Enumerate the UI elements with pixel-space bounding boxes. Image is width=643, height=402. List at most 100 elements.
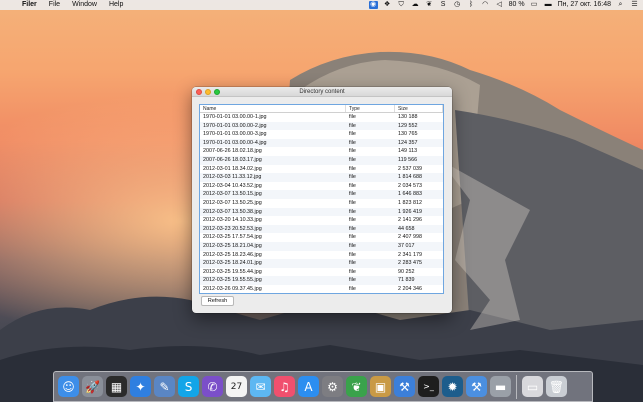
refresh-button[interactable]: Refresh [201, 296, 234, 306]
table-row[interactable]: 2012-03-23 20.52.53.jpg file 44 658 [200, 224, 443, 234]
table-row[interactable]: 2012-03-25 18.21.04.jpg file 37 017 [200, 241, 443, 251]
finder-icon[interactable]: ☺ [58, 376, 79, 397]
cell-name: 2012-03-07 13.50.25.jpg [203, 199, 262, 206]
table-row[interactable]: 2012-03-07 13.50.38.jpg file 1 926 419 [200, 207, 443, 217]
cell-size: 71 839 [398, 277, 415, 284]
xcode-icon[interactable]: ⚒ [394, 376, 415, 397]
table-row[interactable]: 2007-06-26 18.02.18.jpg file 149 113 [200, 147, 443, 156]
column-header-name[interactable]: Name [200, 105, 346, 112]
clock[interactable]: Пн, 27 окт. 16:48 [558, 0, 611, 10]
safari-icon[interactable]: ✦ [130, 376, 151, 397]
table-row[interactable]: 2012-03-04 10.43.52.jpg file 2 034 573 [200, 182, 443, 191]
table-row[interactable]: 2012-03-01 18.34.02.jpg file 2 537 039 [200, 165, 443, 174]
cell-type: file [349, 182, 356, 189]
table-row[interactable]: 1970-01-01 03.00.00-3.jpg file 130 765 [200, 130, 443, 139]
cell-type: file [349, 260, 356, 267]
terminal-icon[interactable]: >_ [418, 376, 439, 397]
close-button[interactable] [196, 89, 202, 95]
table-body: 1970-01-01 03.00.00-1.jpg file 130 188 1970… [200, 113, 443, 293]
menu-window[interactable]: Window [66, 0, 103, 10]
package-icon[interactable]: ▣ [370, 376, 391, 397]
launchpad-icon[interactable]: 🚀 [82, 376, 103, 397]
cell-type: file [349, 225, 356, 232]
menu-help[interactable]: Help [103, 0, 129, 10]
cell-size: 2 341 179 [398, 251, 422, 258]
cell-size: 2 204 346 [398, 285, 422, 292]
table-header: Name Type Size [200, 105, 443, 113]
column-header-size[interactable]: Size [395, 105, 443, 112]
cell-type: file [349, 199, 356, 206]
table-row[interactable]: 2012-03-03 11.33.12.jpg file 1 814 688 [200, 173, 443, 182]
time-machine-icon[interactable]: ◷ [453, 1, 462, 9]
table-row[interactable]: 1970-01-01 03.00.00-4.jpg file 124 357 [200, 138, 443, 148]
table-row[interactable]: 1970-01-01 03.00.00-1.jpg file 130 188 [200, 113, 443, 122]
menu-file[interactable]: File [43, 0, 66, 10]
cell-name: 2012-03-25 18.23.46.jpg [203, 251, 262, 258]
sourcetree-icon[interactable]: ✹ [442, 376, 463, 397]
window-title: Directory content [299, 89, 345, 95]
menu-bar: Filer File Window Help ◉ ❖ ⛉ ☁ ❦ S ◷ ᛒ ◠… [0, 0, 643, 10]
skype-icon[interactable]: S [178, 376, 199, 397]
skype-status-icon[interactable]: S [439, 1, 448, 9]
input-flag-icon[interactable]: ▬ [544, 1, 553, 9]
table-row[interactable]: 2007-06-26 18.03.17.jpg file 119 566 [200, 155, 443, 165]
wifi-icon[interactable]: ◠ [481, 1, 490, 9]
calendar-icon[interactable]: 27 [226, 376, 247, 397]
table-row[interactable]: 2012-03-25 18.23.46.jpg file 2 341 179 [200, 251, 443, 260]
cell-name: 2012-03-07 13.50.15.jpg [203, 191, 262, 198]
leaf-app-icon[interactable]: ❦ [346, 376, 367, 397]
cell-type: file [349, 191, 356, 198]
disk-utility-icon[interactable]: ▬ [490, 376, 511, 397]
image-capture-icon[interactable]: ▭ [522, 376, 543, 397]
evernote-icon[interactable]: ❦ [425, 1, 434, 9]
messages-icon[interactable]: ✉ [250, 376, 271, 397]
cell-size: 2 034 573 [398, 182, 422, 189]
system-preferences-icon[interactable]: ⚙ [322, 376, 343, 397]
file-table[interactable]: Name Type Size 1970-01-01 03.00.00-1.jpg… [199, 104, 444, 294]
dropbox-icon[interactable]: ❖ [383, 1, 392, 9]
cell-name: 2012-03-07 13.50.38.jpg [203, 208, 262, 215]
cell-type: file [349, 156, 356, 163]
cell-size: 90 252 [398, 268, 415, 275]
xcode-tool-icon[interactable]: ⚒ [466, 376, 487, 397]
table-row[interactable]: 2012-03-07 13.50.15.jpg file 1 646 883 [200, 190, 443, 199]
cell-size: 44 658 [398, 225, 415, 232]
mission-control-icon[interactable]: ▦ [106, 376, 127, 397]
table-row[interactable]: 2012-03-25 18.24.01.jpg file 2 283 475 [200, 259, 443, 268]
cell-size: 1 814 688 [398, 174, 422, 181]
trash-icon[interactable]: 🗑 [546, 376, 567, 397]
window-titlebar[interactable]: Directory content [192, 87, 452, 97]
cell-size: 37 017 [398, 242, 415, 249]
music-icon[interactable]: ♫ [274, 376, 295, 397]
table-row[interactable]: 2012-03-25 17.57.54.jpg file 2 407 998 [200, 233, 443, 242]
cell-type: file [349, 277, 356, 284]
app-store-icon[interactable]: A [298, 376, 319, 397]
cell-type: file [349, 268, 356, 275]
preview-icon[interactable]: ✎ [154, 376, 175, 397]
spotlight-search-icon[interactable]: ⌕ [616, 1, 625, 9]
battery-icon[interactable]: ▭ [530, 1, 539, 9]
zoom-button[interactable] [214, 89, 220, 95]
battery-percent[interactable]: 80 % [509, 0, 525, 10]
shield-icon[interactable]: ⛉ [397, 1, 406, 9]
menu-app-name[interactable]: Filer [16, 0, 43, 10]
table-row[interactable]: 2012-03-25 19.55.55.jpg file 71 839 [200, 276, 443, 285]
cell-name: 2012-03-26 09.37.45.jpg [203, 285, 262, 292]
column-header-type[interactable]: Type [346, 105, 395, 112]
minimize-button[interactable] [205, 89, 211, 95]
table-row[interactable]: 2012-03-20 14.10.33.jpg file 2 141 296 [200, 216, 443, 225]
viber-icon[interactable]: ✆ [202, 376, 223, 397]
cell-type: file [349, 139, 356, 146]
table-row[interactable]: 2012-03-25 19.55.44.jpg file 90 252 [200, 268, 443, 277]
notification-center-icon[interactable]: ☰ [630, 1, 639, 9]
cell-type: file [349, 122, 356, 129]
table-row[interactable]: 1970-01-01 03.00.00-2.jpg file 129 552 [200, 121, 443, 131]
volume-icon[interactable]: ◁ [495, 1, 504, 9]
table-row[interactable]: 2012-03-26 09.37.45.jpg file 2 204 346 [200, 285, 443, 293]
table-row[interactable]: 2012-03-07 13.50.25.jpg file 1 823 812 [200, 199, 443, 208]
bluetooth-icon[interactable]: ᛒ [467, 1, 476, 9]
cell-name: 2007-06-26 18.03.17.jpg [203, 156, 262, 163]
cloud-icon[interactable]: ☁ [411, 1, 420, 9]
status-app-icon[interactable]: ◉ [368, 1, 378, 9]
cell-size: 2 283 475 [398, 260, 422, 267]
